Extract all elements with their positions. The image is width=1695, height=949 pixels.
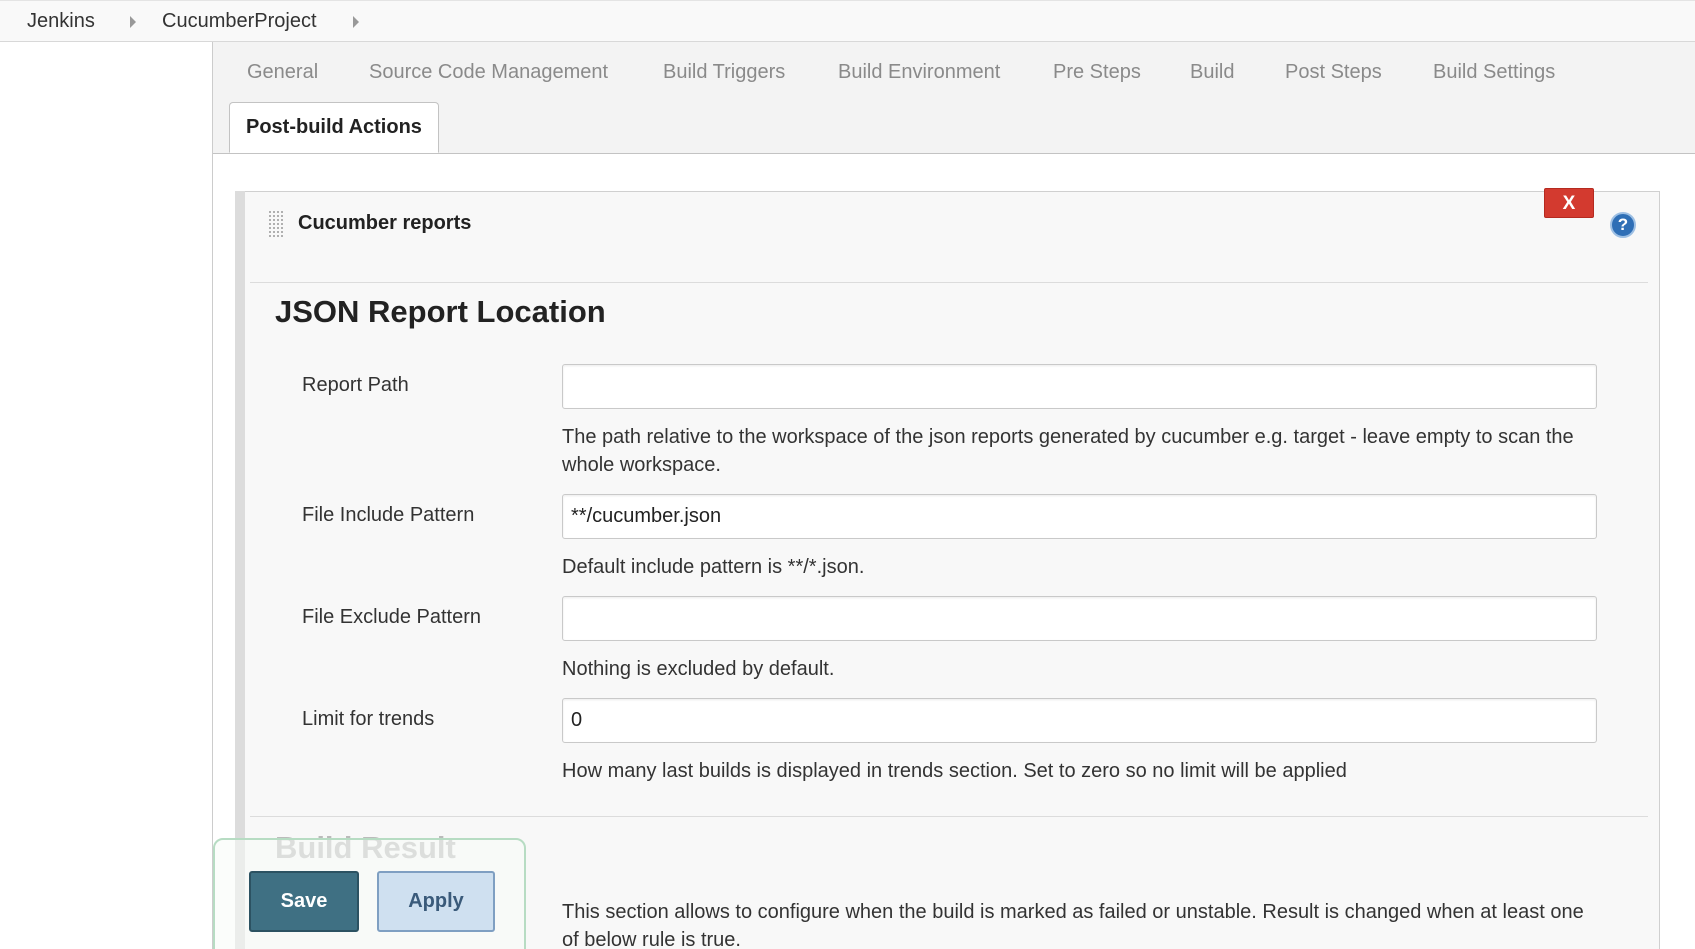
tab-general[interactable]: General: [247, 61, 318, 84]
report-path-input[interactable]: [562, 364, 1597, 409]
delete-section-button[interactable]: X: [1544, 188, 1594, 218]
include-pattern-label: File Include Pattern: [302, 504, 475, 526]
breadcrumb-jenkins[interactable]: Jenkins: [27, 10, 95, 33]
exclude-pattern-input[interactable]: [562, 596, 1597, 641]
include-pattern-input[interactable]: [562, 494, 1597, 539]
tab-post-build-actions[interactable]: Post-build Actions: [229, 102, 439, 153]
trends-limit-input[interactable]: [562, 698, 1597, 743]
report-path-label: Report Path: [302, 374, 409, 396]
tab-pre-steps[interactable]: Pre Steps: [1053, 61, 1141, 84]
trends-limit-help: How many last builds is displayed in tre…: [562, 760, 1347, 782]
section-side-bar: [235, 191, 245, 949]
help-icon[interactable]: ?: [1610, 212, 1636, 238]
report-path-help: The path relative to the workspace of th…: [562, 426, 1574, 476]
build-result-help: This section allows to configure when th…: [562, 901, 1584, 949]
tab-build[interactable]: Build: [1190, 61, 1234, 84]
chevron-right-icon[interactable]: [353, 16, 359, 28]
exclude-pattern-label: File Exclude Pattern: [302, 606, 481, 628]
save-button[interactable]: Save: [249, 871, 359, 932]
apply-button[interactable]: Apply: [377, 871, 495, 932]
chevron-right-icon[interactable]: [130, 16, 136, 28]
config-tab-bar: General Source Code Management Build Tri…: [213, 42, 1695, 154]
tab-post-steps[interactable]: Post Steps: [1285, 61, 1382, 84]
divider: [250, 282, 1648, 283]
json-report-heading: JSON Report Location: [275, 294, 606, 329]
tab-build-environment[interactable]: Build Environment: [838, 61, 1000, 84]
drag-handle-icon[interactable]: [268, 210, 285, 237]
include-pattern-help: Default include pattern is **/*.json.: [562, 556, 865, 578]
section-title: Cucumber reports: [298, 212, 472, 234]
breadcrumb: Jenkins CucumberProject: [0, 0, 1695, 42]
trends-limit-label: Limit for trends: [302, 708, 435, 730]
breadcrumb-project[interactable]: CucumberProject: [162, 10, 317, 33]
divider: [250, 816, 1648, 817]
exclude-pattern-help: Nothing is excluded by default.: [562, 658, 835, 680]
tab-source-code-management[interactable]: Source Code Management: [369, 61, 608, 84]
tab-build-settings[interactable]: Build Settings: [1433, 61, 1555, 84]
tab-build-triggers[interactable]: Build Triggers: [663, 61, 785, 84]
